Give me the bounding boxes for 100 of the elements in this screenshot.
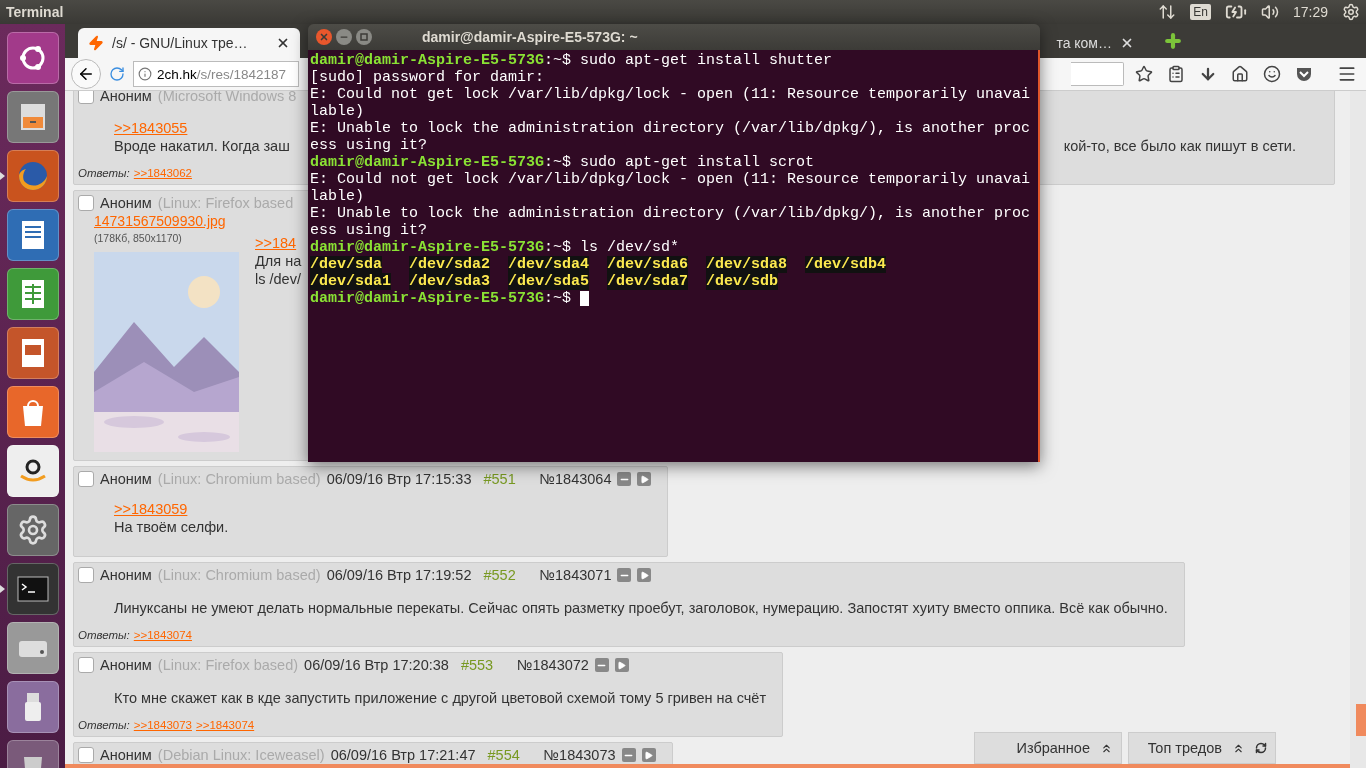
browser-tab[interactable]: та ком…: [1050, 28, 1144, 58]
post-date: 06/09/16 Втр 17:21:47: [330, 746, 476, 764]
refresh-icon[interactable]: [1255, 742, 1267, 754]
info-icon[interactable]: [138, 67, 152, 81]
device-file-name: /dev/sda1: [310, 273, 391, 290]
post-checkbox[interactable]: [78, 657, 94, 673]
post-date: 06/09/16 Втр 17:20:38: [304, 656, 449, 674]
back-button[interactable]: [71, 59, 101, 89]
square-icon: [360, 33, 368, 41]
collapsed-panel-button[interactable]: Топ тредов: [1128, 732, 1276, 764]
quote-link[interactable]: >>1843055: [114, 120, 188, 137]
post-author: Аноним: [100, 91, 152, 105]
device-file-name: /dev/sda6: [607, 256, 688, 273]
volume-icon[interactable]: [1260, 3, 1279, 21]
address-field[interactable]: 2ch.hk/s/res/1842187: [133, 61, 299, 87]
close-icon[interactable]: [1120, 36, 1134, 50]
replies-label: Ответы:: [78, 718, 130, 732]
settings-icon[interactable]: [1342, 3, 1360, 21]
presentation-icon[interactable]: [6, 327, 59, 379]
window-title: damir@damir-Aspire-E5-573G: ~: [422, 29, 638, 45]
post-author: Аноним: [100, 470, 152, 488]
hide-button[interactable]: [621, 748, 636, 762]
post-checkbox[interactable]: [78, 471, 94, 487]
post-checkbox[interactable]: [78, 91, 94, 104]
post-checkbox[interactable]: [78, 567, 94, 583]
terminal-line: damir@damir-Aspire-E5-573G:~$ sudo apt-get install scrot: [310, 154, 816, 171]
post-checkbox[interactable]: [78, 195, 94, 211]
play-icon: [617, 660, 627, 670]
reply-link[interactable]: >>1843073: [133, 718, 192, 732]
device-file-name: /dev/sda: [310, 256, 382, 273]
terminal-line: E: Could not get lock /var/lib/dpkg/lock - open (11: Resource temporarily unavai: [310, 86, 1032, 103]
terminal-line: lable): [310, 188, 365, 205]
device-file-name: /dev/sda3: [409, 273, 490, 290]
play-button[interactable]: [641, 748, 656, 762]
browser-tab[interactable]: /s/ - GNU/Linux тре…: [78, 28, 300, 58]
list-icon: [1167, 65, 1185, 83]
plus-icon: [1163, 31, 1183, 51]
home-icon: [1231, 65, 1249, 83]
terminal-line: damir@damir-Aspire-E5-573G:~$ ls /dev/sd*: [310, 239, 681, 256]
post-number: #552: [483, 566, 517, 584]
device-file-name: /dev/sdb4: [805, 256, 886, 273]
hide-button[interactable]: [617, 568, 632, 582]
post-author: Аноним: [100, 656, 152, 674]
reply-link[interactable]: >>1843062: [133, 166, 192, 180]
play-button[interactable]: [637, 568, 652, 582]
play-icon: [644, 750, 654, 760]
terminal-line: damir@damir-Aspire-E5-573G:~$: [310, 290, 1036, 307]
post-id: №1843071: [539, 566, 612, 584]
firefox-icon[interactable]: [6, 150, 59, 202]
reload-icon[interactable]: [109, 66, 125, 82]
play-icon: [640, 570, 649, 580]
quote-link[interactable]: >>1843059: [114, 501, 188, 518]
shopping-bag-icon[interactable]: [6, 386, 59, 438]
terminal-line: E: Could not get lock /var/lib/dpkg/lock - open (11: Resource temporarily unavai: [310, 171, 1032, 188]
hide-button[interactable]: [617, 472, 632, 486]
play-button[interactable]: [614, 658, 629, 672]
network-icon[interactable]: [1158, 3, 1177, 21]
reply-link[interactable]: >>1843074: [133, 628, 192, 642]
collapsed-panel-button[interactable]: Избранное: [974, 732, 1122, 764]
minimize-button[interactable]: [336, 29, 352, 45]
post-checkbox[interactable]: [78, 747, 94, 763]
post-author: Аноним: [100, 746, 152, 764]
post-date: 06/09/16 Втр 17:19:52: [326, 566, 472, 584]
document-icon[interactable]: [6, 209, 59, 261]
post-author: Аноним: [100, 566, 152, 584]
post-date: 06/09/16 Втр 17:15:33: [326, 470, 472, 488]
ubuntu-logo-icon[interactable]: [6, 32, 59, 84]
post-text: Кто мне скажет как в кде запустить приложение с другой цветовой схемой тому 5 гривен на счёт: [114, 690, 767, 707]
post-number: #554: [487, 746, 521, 764]
device-file-name: /dev/sda5: [508, 273, 589, 290]
post-text: Вроде накатил. Когда заш: [114, 138, 290, 155]
hide-button[interactable]: [594, 658, 609, 672]
play-button[interactable]: [637, 472, 652, 486]
clock[interactable]: 17:29: [1292, 4, 1328, 20]
post-id: №1843064: [539, 470, 612, 488]
terminal-icon[interactable]: [6, 563, 59, 615]
file-cabinet-icon[interactable]: [6, 91, 59, 143]
terminal-line: E: Unable to lock the administration directory (/var/lib/dpkg/), is another proc: [310, 205, 1032, 222]
wrench-gear-icon[interactable]: [6, 504, 59, 556]
spreadsheet-icon[interactable]: [6, 268, 59, 320]
close-icon[interactable]: [276, 36, 290, 50]
close-button[interactable]: [316, 29, 332, 45]
post-id: №1843073: [543, 746, 616, 764]
search-field[interactable]: [1071, 62, 1124, 86]
post-number: #553: [460, 656, 495, 674]
terminal-line: lable): [310, 103, 365, 120]
post-text: ls /dev/: [255, 271, 302, 288]
maximize-button[interactable]: [356, 29, 372, 45]
scrollbar[interactable]: [1350, 91, 1366, 768]
reply-link[interactable]: >>1843074: [196, 718, 255, 732]
device-file-name: /dev/sdb: [706, 273, 778, 290]
device-file-name: /dev/sda4: [508, 256, 589, 273]
keyboard-layout[interactable]: En: [1190, 4, 1211, 20]
quote-link[interactable]: >>184: [255, 235, 297, 252]
post-text: кой-то, все было как пишут в сети.: [1063, 138, 1296, 155]
terminal-line: [sudo] password for damir:: [310, 69, 546, 86]
file-link[interactable]: 14731567509930.jpg: [94, 213, 239, 230]
post-number: #551: [483, 470, 517, 488]
post-text: Для на: [255, 253, 302, 270]
usb-drive-icon[interactable]: [6, 681, 59, 733]
